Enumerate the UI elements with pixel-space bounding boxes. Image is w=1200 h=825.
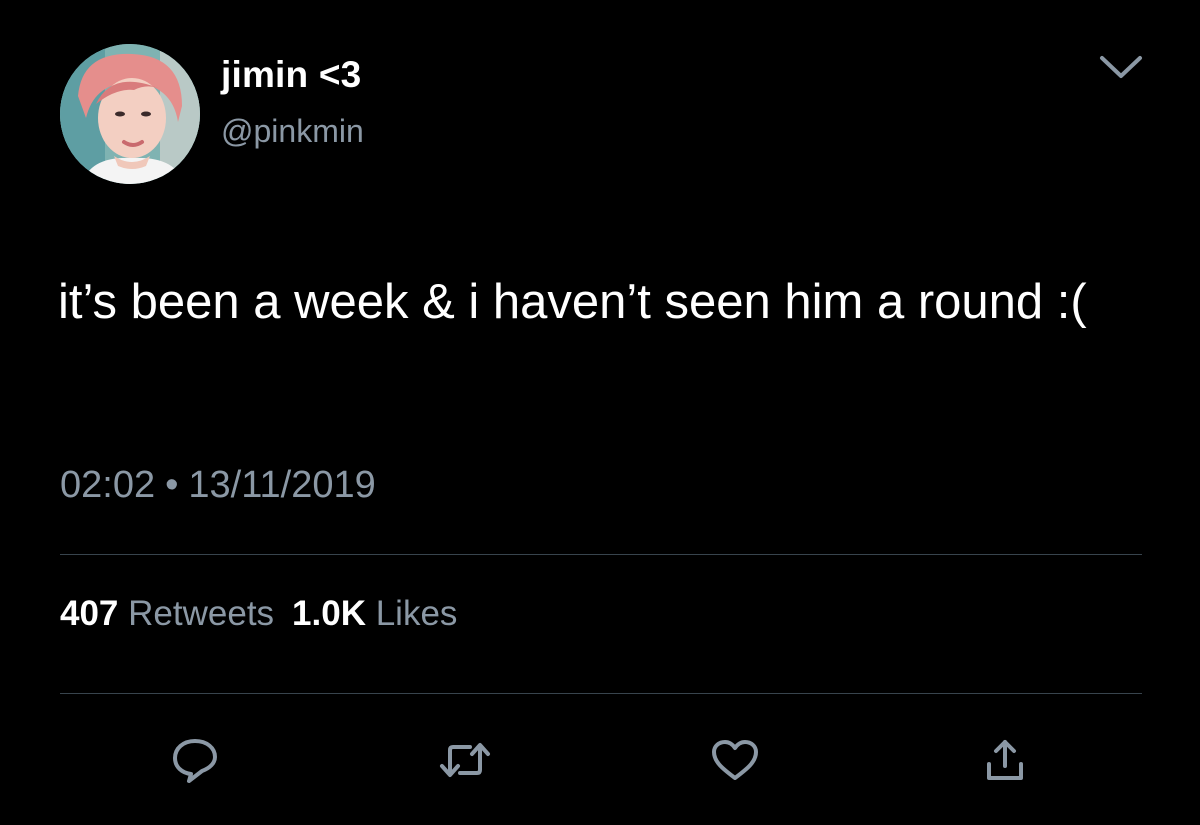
- likes-count: 1.0K: [292, 594, 366, 633]
- divider: [60, 554, 1142, 555]
- avatar[interactable]: [60, 44, 200, 184]
- heart-icon: [712, 740, 758, 780]
- reply-icon: [173, 739, 217, 783]
- retweets-label: Retweets: [128, 594, 275, 633]
- retweet-icon: [440, 743, 490, 777]
- tweet-text: it’s been a week & i haven’t seen him a …: [58, 275, 1087, 329]
- engagement-stats: 407 Retweets 1.0K Likes: [60, 594, 475, 634]
- retweet-button[interactable]: [438, 735, 492, 785]
- retweets-stat[interactable]: 407 Retweets: [60, 594, 274, 633]
- separator-dot: •: [165, 464, 179, 506]
- profile-photo-icon: [60, 44, 200, 184]
- tweet-card: jimin <3 @pinkmin it’s been a week & i h…: [0, 0, 1200, 825]
- likes-stat[interactable]: 1.0K Likes: [292, 594, 457, 633]
- retweets-count: 407: [60, 594, 119, 633]
- like-button[interactable]: [708, 735, 762, 785]
- tweet-timestamp[interactable]: 02:02 • 13/11/2019: [60, 464, 376, 507]
- likes-label: Likes: [375, 594, 458, 633]
- share-button[interactable]: [978, 735, 1032, 785]
- share-icon: [987, 740, 1023, 780]
- more-options-chevron-down-icon[interactable]: [1098, 52, 1144, 82]
- tweet-date: 13/11/2019: [188, 464, 376, 506]
- tweet-time: 02:02: [60, 464, 156, 506]
- display-name[interactable]: jimin <3: [221, 54, 361, 96]
- reply-button[interactable]: [168, 735, 222, 785]
- user-handle[interactable]: @pinkmin: [221, 113, 364, 150]
- divider: [60, 693, 1142, 694]
